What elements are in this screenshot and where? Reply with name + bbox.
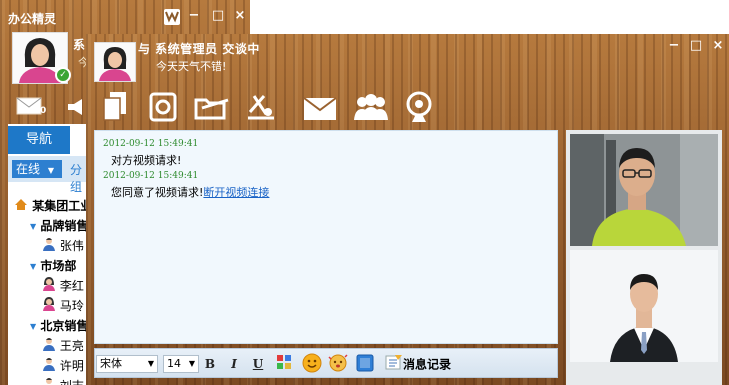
tree-group-label: 北京销售 (40, 319, 89, 333)
tree-user[interactable]: 刘志 (8, 376, 90, 385)
status-row: 在线 ▼ 分组 (8, 156, 90, 194)
tree-user[interactable]: 许明 (8, 356, 90, 376)
contact-avatar[interactable] (94, 42, 136, 82)
message-area[interactable]: 2012-09-12 15:49:41 对方视频请求! 2012-09-12 1… (94, 130, 558, 344)
font-size-value: 14 (167, 357, 181, 370)
close-button[interactable]: × (232, 9, 248, 25)
tree-user[interactable]: 马玲 (8, 296, 90, 316)
tree-group-label: 市场部 (40, 259, 77, 273)
folder-icon[interactable] (194, 90, 230, 124)
chat-window: 与 系统管理员 交谈中 今天天气不错! − □ × 2012-09-12 15:… (86, 34, 729, 385)
message-text-line: 您同意了视频请求!断开视频连接 (111, 184, 269, 200)
online-status-icon: ✓ (55, 67, 71, 83)
minimize-button[interactable]: − (666, 39, 682, 55)
male-user-icon (42, 237, 56, 257)
status-label: 在线 (16, 162, 41, 176)
male-user-icon (42, 337, 56, 357)
tree-user[interactable]: 王亮 (8, 336, 90, 356)
chevron-down-icon: ▼ (188, 359, 195, 368)
speaker-icon[interactable] (66, 98, 88, 119)
message-text: 您同意了视频请求! (111, 186, 204, 199)
contact-signature: 今天天气不错! (156, 60, 227, 73)
male-user-icon (42, 377, 56, 385)
main-window-title: 办公精灵 (8, 12, 57, 26)
tree-group[interactable]: ▼ 北京销售 (8, 316, 90, 336)
chevron-down-icon: ▼ (47, 166, 54, 175)
tree-user-label: 张伟 (59, 239, 84, 253)
disk-icon[interactable] (148, 90, 178, 124)
mail-icon[interactable] (302, 90, 338, 124)
male-user-icon (42, 357, 56, 377)
maximize-button[interactable]: □ (210, 9, 226, 25)
message-text: 对方视频请求! (111, 154, 182, 167)
local-video[interactable] (570, 250, 718, 362)
female-user-icon (42, 296, 56, 317)
tree-group[interactable]: ▼ 市场部 (8, 256, 90, 276)
mail-icon[interactable] (16, 96, 42, 119)
history-note-icon (385, 354, 403, 376)
tree-root-label: 某集团工业 (32, 199, 93, 213)
tree-user-label: 许明 (59, 359, 84, 373)
maximize-button[interactable]: □ (688, 39, 704, 55)
shake-window-icon[interactable] (327, 353, 349, 375)
nav-panel: 导航 在线 ▼ 分组 某集团工业 ▼ 品牌销售 张伟 ▼ 市场部 李红 马玲 ▼… (8, 124, 93, 385)
message-history-button[interactable]: 消息记录 (385, 354, 451, 376)
chat-title: 与 系统管理员 交谈中 (138, 42, 260, 56)
video-panel (566, 130, 722, 385)
bold-button[interactable]: B (201, 355, 219, 373)
color-grid-icon[interactable] (275, 355, 293, 373)
contact-tree: 某集团工业 ▼ 品牌销售 张伟 ▼ 市场部 李红 马玲 ▼ 北京销售 王亮 许明 (8, 196, 93, 385)
font-family-value: 宋体 (100, 357, 122, 370)
copy-icon[interactable] (100, 90, 130, 124)
font-family-select[interactable]: 宋体 ▼ (96, 355, 158, 373)
close-button[interactable]: × (710, 39, 726, 55)
message-history-label: 消息记录 (403, 357, 452, 372)
group-icon[interactable] (350, 90, 392, 124)
message-timestamp: 2012-09-12 15:49:41 (103, 171, 199, 181)
tree-user[interactable]: 张伟 (8, 236, 90, 256)
tree-group-label: 品牌销售 (40, 219, 89, 233)
tree-group[interactable]: ▼ 品牌销售 (8, 216, 90, 236)
chevron-down-icon: ▼ (30, 261, 37, 271)
chevron-down-icon: ▼ (30, 221, 37, 231)
screenshot-icon[interactable] (355, 354, 375, 374)
tree-user[interactable]: 李红 (8, 276, 90, 296)
italic-button[interactable]: I (225, 355, 243, 373)
tree-root[interactable]: 某集团工业 (8, 196, 93, 217)
tab-navigation[interactable]: 导航 (8, 126, 70, 154)
webcam-icon[interactable] (402, 90, 436, 124)
scissors-icon[interactable] (244, 90, 280, 124)
mail-count: 0 (40, 106, 47, 116)
main-titlebar: 办公精灵 − □ × (0, 0, 250, 34)
message-timestamp: 2012-09-12 15:49:41 (103, 139, 199, 149)
chevron-down-icon: ▼ (147, 359, 154, 368)
tree-user-label: 李红 (59, 279, 84, 293)
disconnect-video-link[interactable]: 断开视频连接 (203, 186, 269, 199)
emoticon-icon[interactable] (301, 353, 323, 375)
main-user-name: 系 (73, 38, 86, 52)
app-logo-icon[interactable] (164, 9, 180, 25)
minimize-button[interactable]: − (186, 9, 202, 25)
font-size-select[interactable]: 14 ▼ (163, 355, 199, 373)
chevron-down-icon: ▼ (30, 321, 37, 331)
house-icon (14, 197, 28, 217)
underline-button[interactable]: U (249, 355, 267, 373)
status-dropdown[interactable]: 在线 ▼ (12, 160, 62, 178)
remote-video[interactable] (570, 134, 718, 246)
tree-user-label: 刘志 (60, 379, 84, 385)
female-user-icon (42, 276, 56, 297)
tree-user-label: 王亮 (59, 339, 84, 353)
tree-user-label: 马玲 (59, 299, 84, 313)
format-toolbar: 宋体 ▼ 14 ▼ B I U 消息记录 (94, 348, 558, 378)
